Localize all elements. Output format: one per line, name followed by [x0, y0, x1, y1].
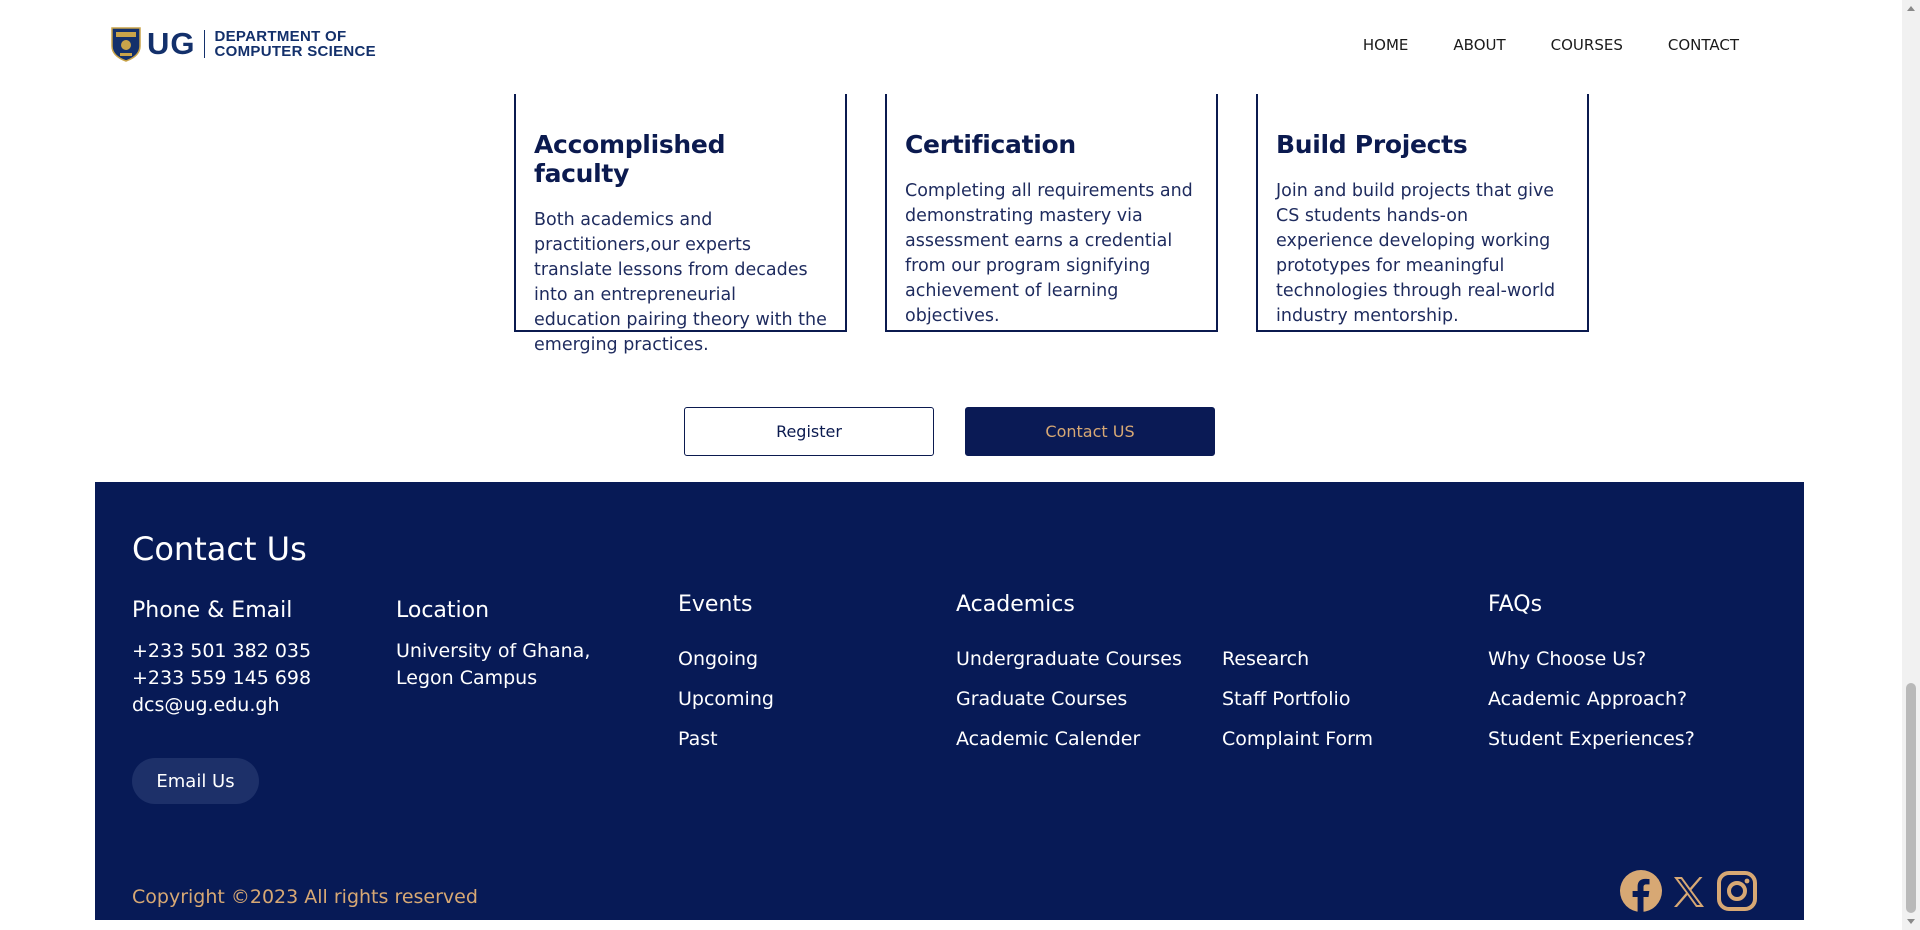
location-line-1: University of Ghana,	[396, 640, 591, 662]
facebook-icon[interactable]	[1619, 869, 1663, 913]
academics-heading: Academics	[956, 592, 1075, 617]
nav-about[interactable]: ABOUT	[1453, 36, 1505, 54]
scroll-up-arrow-icon[interactable]	[1907, 6, 1915, 11]
faq-link-student-experiences[interactable]: Student Experiences?	[1488, 728, 1695, 750]
site-logo[interactable]: UG DEPARTMENT OF COMPUTER SCIENCE	[110, 26, 376, 62]
site-header: UG DEPARTMENT OF COMPUTER SCIENCE HOME A…	[0, 0, 1902, 94]
feature-card-faculty: Accomplished faculty Both academics and …	[514, 88, 847, 355]
academics-link-graduate[interactable]: Graduate Courses	[956, 688, 1127, 710]
location-heading: Location	[396, 598, 490, 623]
academics-link-undergraduate[interactable]: Undergraduate Courses	[956, 648, 1182, 670]
email-us-button[interactable]: Email Us	[132, 758, 259, 804]
site-footer: Contact Us Phone & Email +233 501 382 03…	[95, 482, 1804, 920]
dept-line-1: DEPARTMENT OF	[214, 28, 347, 45]
contact-us-button[interactable]: Contact US	[965, 407, 1215, 456]
feature-title: Certification	[905, 130, 1076, 159]
phone-number-1: +233 501 382 035	[132, 640, 312, 662]
academics-link-complaint-form[interactable]: Complaint Form	[1222, 728, 1373, 750]
phone-email-heading: Phone & Email	[132, 598, 293, 623]
feature-card-projects: Build Projects Join and build projects t…	[1256, 88, 1589, 332]
feature-text: Both academics and practitioners,our exp…	[534, 210, 827, 355]
ug-crest-icon	[111, 27, 141, 62]
instagram-icon[interactable]	[1717, 869, 1757, 913]
main-nav: HOME ABOUT COURSES CONTACT	[1318, 36, 1739, 54]
feature-text: Completing all requirements and demonstr…	[905, 181, 1193, 326]
register-button[interactable]: Register	[684, 407, 934, 456]
events-link-upcoming[interactable]: Upcoming	[678, 688, 774, 710]
events-link-ongoing[interactable]: Ongoing	[678, 648, 758, 670]
email-address: dcs@ug.edu.gh	[132, 694, 280, 716]
footer-title: Contact Us	[132, 530, 307, 568]
faq-link-academic-approach[interactable]: Academic Approach?	[1488, 688, 1687, 710]
events-heading: Events	[678, 592, 753, 617]
feature-text: Join and build projects that give CS stu…	[1276, 181, 1556, 326]
scrollbar-thumb[interactable]	[1906, 683, 1916, 913]
phone-number-2: +233 559 145 698	[132, 667, 312, 689]
dept-line-2: COMPUTER SCIENCE	[214, 43, 376, 60]
x-icon[interactable]	[1672, 869, 1706, 913]
academics-link-calender[interactable]: Academic Calender	[956, 728, 1140, 750]
events-link-past[interactable]: Past	[678, 728, 718, 750]
nav-home[interactable]: HOME	[1363, 36, 1409, 54]
feature-card-certification: Certification Completing all requirement…	[885, 88, 1218, 332]
page-scrollbar[interactable]	[1902, 0, 1920, 930]
faq-link-why-choose-us[interactable]: Why Choose Us?	[1488, 648, 1646, 670]
scroll-down-arrow-icon[interactable]	[1907, 919, 1915, 924]
location-line-2: Legon Campus	[396, 667, 538, 689]
faqs-heading: FAQs	[1488, 592, 1543, 617]
department-name: DEPARTMENT OF COMPUTER SCIENCE	[215, 29, 376, 59]
nav-courses[interactable]: COURSES	[1551, 36, 1623, 54]
academics-link-research[interactable]: Research	[1222, 648, 1309, 670]
ug-logo-text: UG	[147, 26, 196, 61]
feature-title: Accomplished faculty	[534, 130, 726, 188]
nav-contact[interactable]: CONTACT	[1668, 36, 1739, 54]
copyright-text: Copyright ©2023 All rights reserved	[132, 886, 478, 908]
feature-title: Build Projects	[1276, 130, 1468, 159]
academics-link-staff-portfolio[interactable]: Staff Portfolio	[1222, 688, 1350, 710]
logo-divider	[203, 30, 205, 58]
